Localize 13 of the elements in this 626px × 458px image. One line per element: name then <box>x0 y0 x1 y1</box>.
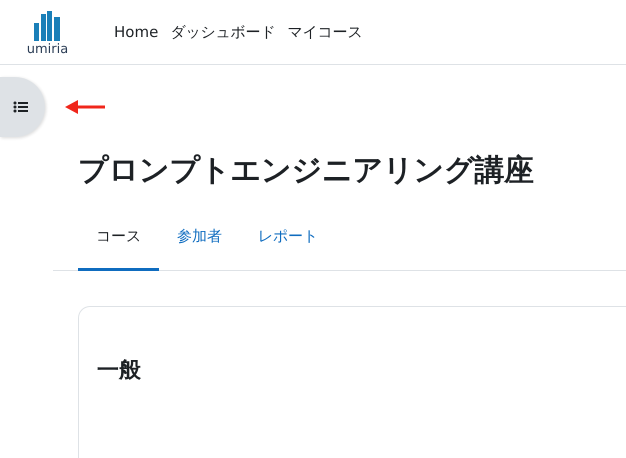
tab[interactable]: 参加者 <box>159 217 240 271</box>
logo-icon <box>32 11 62 41</box>
arrow-icon <box>65 100 105 114</box>
drawer-toggle-button[interactable] <box>0 77 45 137</box>
nav-link[interactable]: マイコース <box>287 16 362 48</box>
logo-text: umiria <box>26 43 68 57</box>
tab[interactable]: レポート <box>240 217 336 271</box>
course-title: プロンプトエンジニアリング講座 <box>78 152 534 190</box>
nav-link[interactable]: ダッシュボード <box>170 16 276 48</box>
nav-link[interactable]: Home <box>114 16 158 48</box>
tab[interactable]: コース <box>78 217 159 271</box>
list-icon <box>12 101 28 113</box>
section-title: 一般 <box>97 357 142 385</box>
